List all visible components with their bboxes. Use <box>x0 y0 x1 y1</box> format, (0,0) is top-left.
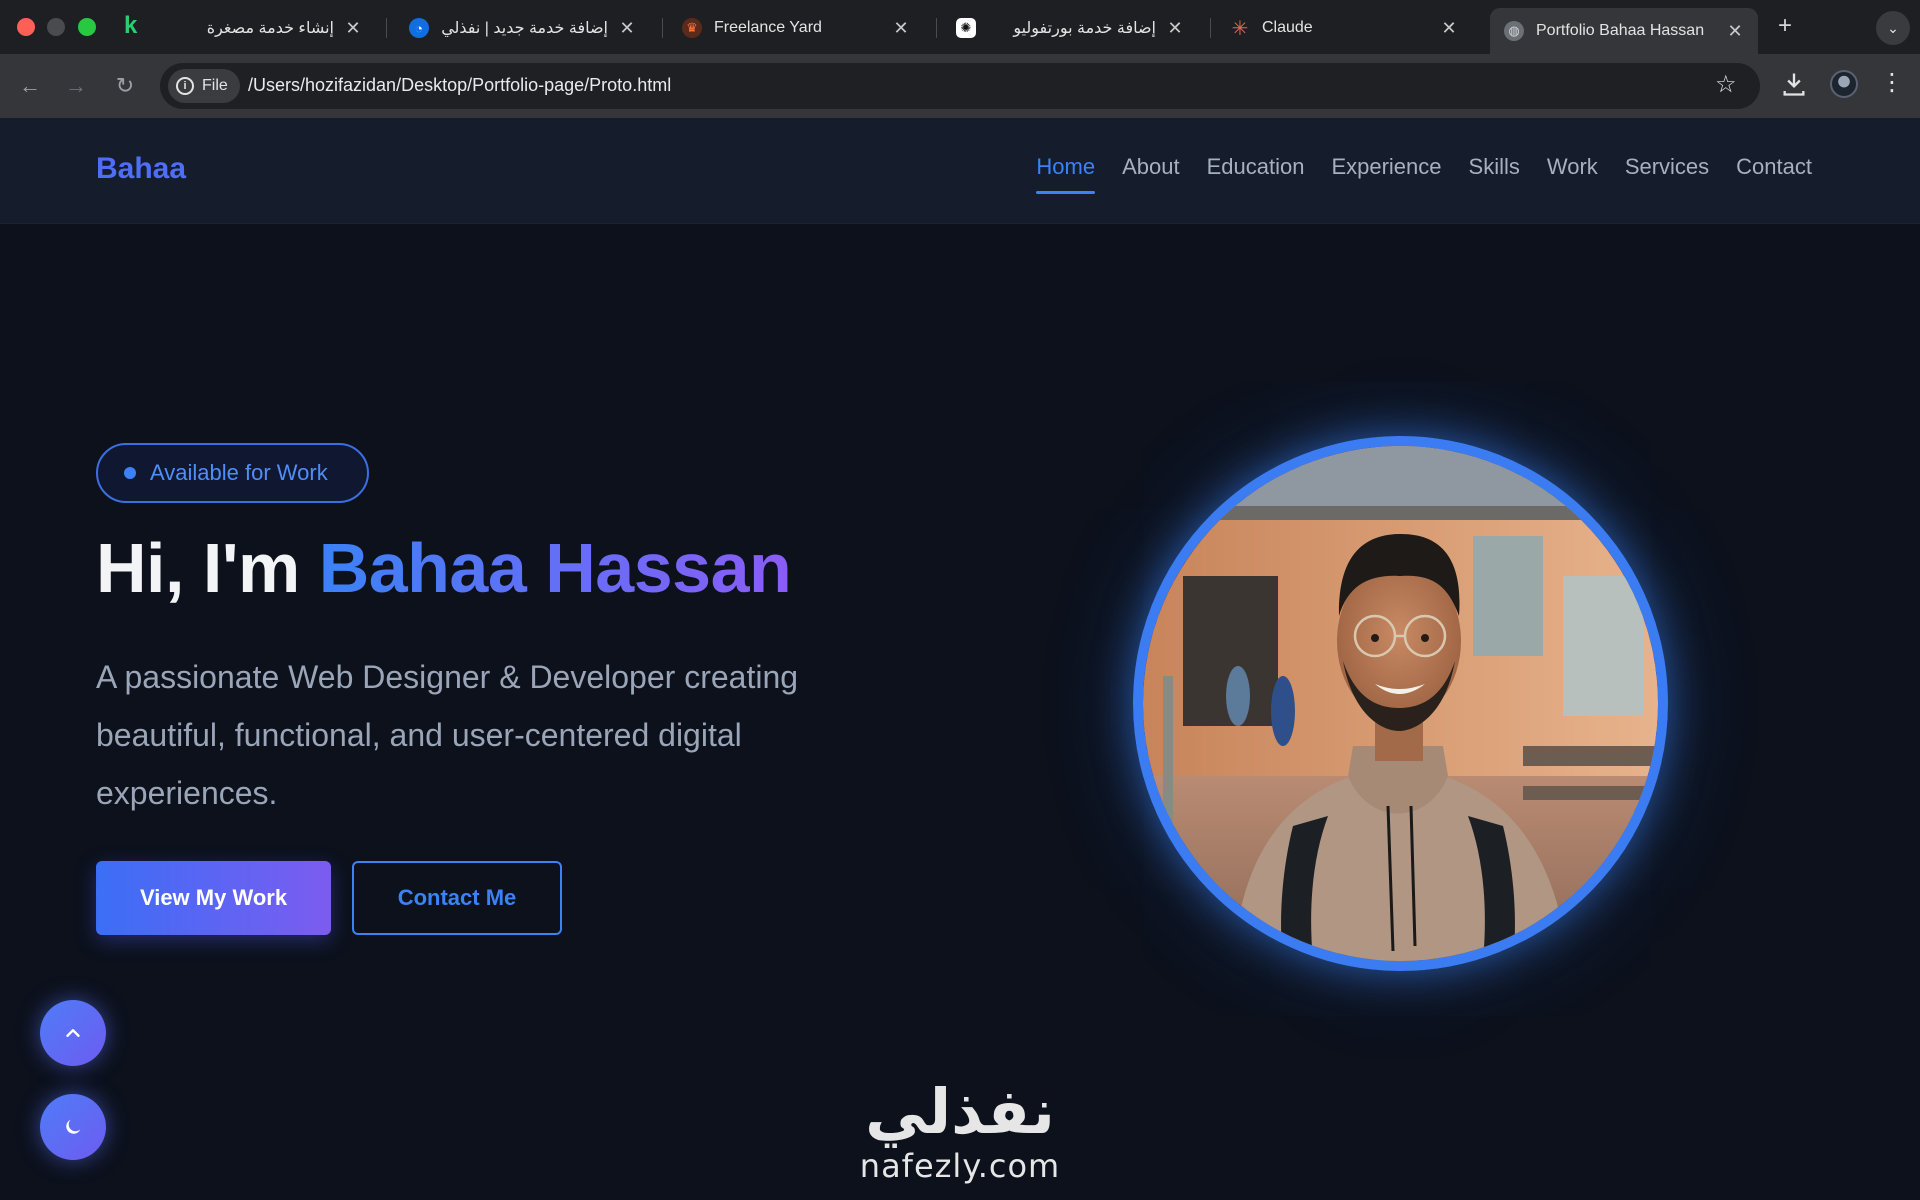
contact-me-button[interactable]: Contact Me <box>352 861 562 935</box>
tab-separator <box>936 18 937 38</box>
nav-work[interactable]: Work <box>1547 154 1598 188</box>
nav-home[interactable]: Home <box>1036 154 1095 194</box>
tab-separator <box>1210 18 1211 38</box>
khamsat-pinned-icon[interactable]: k <box>124 13 146 39</box>
watermark-latin: nafezly.com <box>859 1147 1061 1185</box>
tab-separator <box>662 18 663 38</box>
tab-title: Claude <box>1262 19 1313 36</box>
nav-services[interactable]: Services <box>1625 154 1709 188</box>
close-tab-icon[interactable]: ✕ <box>1726 21 1744 42</box>
nav-experience[interactable]: Experience <box>1331 154 1441 188</box>
profile-avatar[interactable] <box>1830 70 1858 98</box>
tab-title: Portfolio Bahaa Hassan <box>1536 22 1705 39</box>
nafezly-watermark: نفذلي nafezly.com <box>845 1078 1075 1184</box>
nafezly-icon: ◔ <box>409 18 429 38</box>
new-tab-button[interactable]: + <box>1770 12 1800 40</box>
close-tab-icon[interactable]: ✕ <box>1166 18 1184 39</box>
reload-button[interactable]: ↻ <box>111 72 139 100</box>
theme-toggle-button[interactable] <box>40 1094 106 1160</box>
close-tab-icon[interactable]: ✕ <box>344 18 362 39</box>
scheme-label: File <box>202 77 228 94</box>
forward-button[interactable]: → <box>62 72 90 100</box>
hero-heading: Hi, I'm Bahaa Hassan <box>96 528 792 608</box>
freelance-yard-icon: ♛ <box>682 18 702 38</box>
nav-education[interactable]: Education <box>1207 154 1305 188</box>
claude-icon: ✳ <box>1231 17 1249 40</box>
scroll-to-top-button[interactable] <box>40 1000 106 1066</box>
minimize-window-button[interactable] <box>47 18 65 36</box>
nav-skills[interactable]: Skills <box>1469 154 1520 188</box>
site-header: Bahaa Home About Education Experience Sk… <box>0 118 1920 224</box>
bookmark-star-icon[interactable]: ☆ <box>1715 70 1737 99</box>
status-dot <box>124 467 136 479</box>
browser-tab-strip: k إنشاء خدمة مصغرة ✕ ◔ إضافة خدمة جديد |… <box>0 0 1920 54</box>
url-text[interactable]: /Users/hozifazidan/Desktop/Portfolio-pag… <box>248 75 671 96</box>
tab-search-button[interactable]: ⌄ <box>1876 11 1910 45</box>
tab-claude[interactable]: ✳ Claude ✕ <box>1216 8 1472 48</box>
hero-name: Bahaa Hassan <box>318 529 792 607</box>
close-tab-icon[interactable]: ✕ <box>618 18 636 39</box>
chatgpt-icon: ✺ <box>956 18 976 38</box>
back-button[interactable]: ← <box>16 72 44 100</box>
tab-portfolio-active[interactable]: ◍ Portfolio Bahaa Hassan ✕ <box>1490 8 1758 54</box>
tab-title: إضافة خدمة جديد | نفذلي <box>441 20 608 37</box>
main-nav: Home About Education Experience Skills W… <box>1036 154 1812 194</box>
tab-khamsat[interactable]: إنشاء خدمة مصغرة ✕ <box>150 8 376 48</box>
tab-freelance-yard[interactable]: ♛ Freelance Yard ✕ <box>668 8 924 48</box>
availability-badge: Available for Work <box>96 443 369 503</box>
watermark-arabic: نفذلي <box>865 1078 1055 1147</box>
hero-greeting: Hi, I'm <box>96 529 319 607</box>
view-work-button[interactable]: View My Work <box>96 861 331 935</box>
info-icon: i <box>176 77 194 95</box>
tab-title: إنشاء خدمة مصغرة <box>206 20 334 37</box>
browser-menu-icon[interactable]: ⋮ <box>1880 68 1904 97</box>
nav-contact[interactable]: Contact <box>1736 154 1812 188</box>
tab-nafezly[interactable]: ◔ إضافة خدمة جديد | نفذلي ✕ <box>395 8 650 48</box>
maximize-window-button[interactable] <box>78 18 96 36</box>
availability-label: Available for Work <box>150 460 328 485</box>
chevron-up-icon <box>66 1029 80 1037</box>
portfolio-page: Bahaa Home About Education Experience Sk… <box>0 118 1920 1200</box>
download-icon[interactable] <box>1780 70 1808 98</box>
tab-title: Freelance Yard <box>714 19 822 36</box>
moon-icon <box>66 1119 81 1134</box>
close-tab-icon[interactable]: ✕ <box>892 18 910 39</box>
profile-photo <box>1133 436 1668 971</box>
close-tab-icon[interactable]: ✕ <box>1440 18 1458 39</box>
portrait-illustration <box>1143 446 1658 961</box>
tab-title: إضافة خدمة بورتفوليو <box>1013 20 1156 37</box>
nav-about[interactable]: About <box>1122 154 1180 188</box>
hero-description: A passionate Web Designer & Developer cr… <box>96 659 799 811</box>
brand-logo[interactable]: Bahaa <box>96 152 186 186</box>
tab-chatgpt[interactable]: ✺ إضافة خدمة بورتفوليو ✕ <box>942 8 1198 48</box>
close-window-button[interactable] <box>17 18 35 36</box>
globe-icon: ◍ <box>1504 21 1524 41</box>
site-info-chip[interactable]: i File <box>168 69 240 103</box>
tab-separator <box>386 18 387 38</box>
